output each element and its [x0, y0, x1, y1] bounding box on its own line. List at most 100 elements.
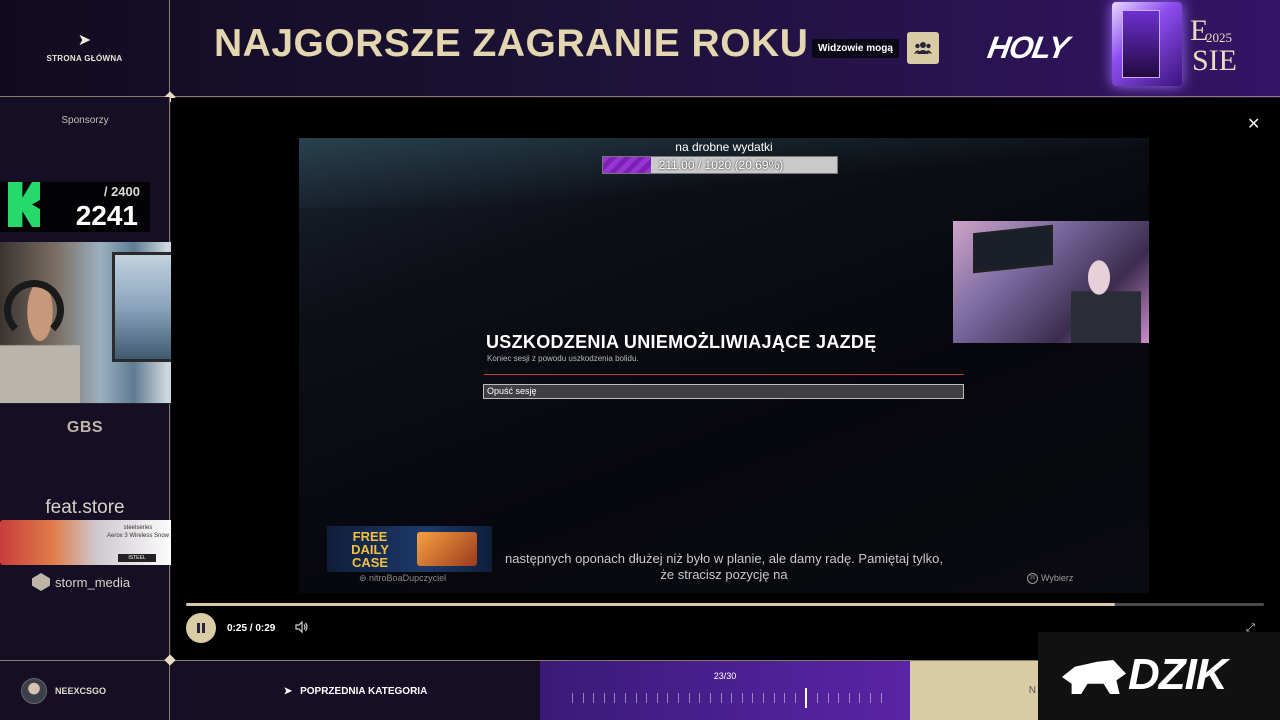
category-progress: 23/30 — [540, 661, 910, 720]
sponsor-featstore: feat.store — [45, 497, 125, 518]
nitro-text: nitroBoaDupczyciel — [369, 573, 447, 583]
select-label: Wybierz — [1041, 573, 1074, 583]
arrow-left-icon: ➤ — [77, 32, 92, 49]
free-case-banner: FREE DAILY CASE — [327, 526, 492, 572]
nitro-handle: ⊛ nitroBoaDupczyciel — [359, 573, 446, 584]
playback-progress-fill — [186, 603, 1116, 606]
username: NEEXCSGO — [55, 686, 107, 696]
category-tick — [741, 693, 743, 703]
crash-divider — [484, 374, 964, 375]
category-tick — [731, 693, 733, 703]
headphones — [4, 280, 64, 340]
exit-session-button[interactable]: Opuść sesję — [483, 384, 964, 399]
ad-cta: ISTEEL — [118, 554, 156, 562]
previous-category-label: POPRZEDNIA KATEGORIA — [300, 685, 428, 697]
category-tick — [603, 693, 605, 703]
header: ➤ STRONA GŁÓWNA NAJGORSZE ZAGRANIE ROKU … — [0, 0, 1280, 97]
category-tick — [614, 693, 616, 703]
viewers-button[interactable] — [906, 32, 939, 64]
category-tick — [880, 693, 882, 703]
category-tick — [720, 693, 722, 703]
streamer-cam — [953, 221, 1149, 343]
category-tick — [582, 693, 584, 703]
sponsors-label: Sponsorzy — [61, 115, 109, 126]
avatar — [21, 678, 47, 704]
video-player: ✕ na drobne wydatki 211.00 / 1020 (20.69… — [171, 98, 1280, 660]
video-frame[interactable]: na drobne wydatki 211.00 / 1020 (20.69%)… — [299, 138, 1149, 593]
select-hint: 35 Wybierz — [1027, 573, 1074, 585]
category-tick — [752, 693, 754, 703]
category-tick — [625, 693, 627, 703]
donation-progress: 211.00 / 1020 (20.69%) — [602, 156, 838, 174]
counter-total: / 2400 — [103, 184, 140, 199]
boar-icon — [1062, 660, 1126, 694]
esie-logo-bottom: SIE — [1192, 44, 1237, 77]
pc-case-image — [1112, 2, 1182, 86]
category-counter: 23/30 — [713, 671, 737, 681]
category-tick — [593, 693, 595, 703]
category-tick — [646, 693, 648, 703]
counter-value: 2241 — [75, 200, 138, 231]
controller-button-icon: 35 — [1027, 573, 1038, 585]
sponsor-storm: storm_media — [32, 573, 130, 591]
dzik-logo: DZIK — [1038, 632, 1280, 720]
category-tick — [699, 693, 701, 703]
pause-icon — [197, 623, 205, 633]
viewers-label: Widzowie mogą — [812, 38, 899, 58]
steam-icon: ⊛ — [359, 573, 370, 583]
category-tick — [848, 693, 850, 703]
cam-person — [1071, 259, 1141, 343]
category-tick — [838, 693, 840, 703]
next-category-label: N — [1028, 685, 1036, 696]
holy-logo: HOLY — [985, 30, 1071, 65]
pause-button[interactable] — [186, 613, 216, 643]
home-button[interactable]: ➤ STRONA GŁÓWNA — [0, 0, 170, 97]
category-ticks[interactable] — [572, 688, 882, 708]
category-tick — [805, 688, 808, 708]
arrow-left-icon: ➤ — [283, 685, 293, 697]
crash-subtitle: Koniec sesji z powodu uszkodzenia bolidu… — [487, 354, 639, 363]
page-title: NAJGORSZE ZAGRANIE ROKU — [214, 22, 809, 65]
category-tick — [762, 693, 764, 703]
storm-label: storm_media — [55, 574, 131, 590]
ad-product: Aerox 3 Wireless Snow — [106, 533, 170, 539]
previous-category-button[interactable]: ➤ POPRZEDNIA KATEGORIA — [171, 661, 540, 720]
kick-logo-icon — [8, 182, 40, 227]
donation-title: na drobne wydatki — [675, 140, 773, 154]
category-tick — [870, 693, 872, 703]
category-tick — [572, 693, 573, 703]
storm-logo-icon — [32, 573, 50, 591]
video-subtitle: następnych oponach dłużej niż było w pla… — [505, 551, 943, 582]
category-tick — [635, 693, 637, 703]
steelseries-ad[interactable]: steelseries Aerox 3 Wireless Snow ISTEEL — [0, 520, 176, 565]
volume-icon[interactable] — [295, 620, 309, 639]
category-tick — [827, 693, 829, 703]
dzik-text: DZIK — [1128, 650, 1228, 699]
sidebar: Sponsorzy / 2400 2241 GBS feat.store ste… — [0, 97, 223, 660]
category-tick — [784, 693, 786, 703]
category-tick — [656, 693, 658, 703]
close-icon[interactable]: ✕ — [1247, 114, 1260, 134]
kick-counter: / 2400 2241 — [0, 182, 150, 232]
cam-monitor — [973, 224, 1053, 274]
category-tick — [817, 693, 819, 703]
category-tick — [794, 693, 796, 703]
category-tick — [667, 693, 669, 703]
user-profile[interactable]: NEEXCSGO — [0, 661, 170, 720]
crash-title: USZKODZENIA UNIEMOŻLIWIAJĄCE JAZDĘ — [486, 332, 877, 352]
time-display: 0:25 / 0:29 — [227, 623, 276, 634]
playback-progress[interactable] — [186, 603, 1264, 606]
next-category-button[interactable]: N — [910, 661, 1038, 720]
ad-brand: steelseries — [123, 525, 153, 531]
category-tick — [709, 693, 711, 703]
category-tick — [773, 693, 775, 703]
users-icon — [913, 42, 932, 54]
viewers-control: Widzowie mogą — [812, 32, 939, 64]
donation-text: 211.00 / 1020 (20.69%) — [658, 158, 784, 172]
free-case-text: FREE DAILY CASE — [351, 529, 389, 570]
case-image — [417, 532, 477, 566]
ad-text: steelseries Aerox 3 Wireless Snow — [100, 524, 176, 540]
app-root: ➤ STRONA GŁÓWNA NAJGORSZE ZAGRANIE ROKU … — [0, 0, 1280, 720]
category-tick — [688, 693, 690, 703]
category-tick — [678, 693, 680, 703]
